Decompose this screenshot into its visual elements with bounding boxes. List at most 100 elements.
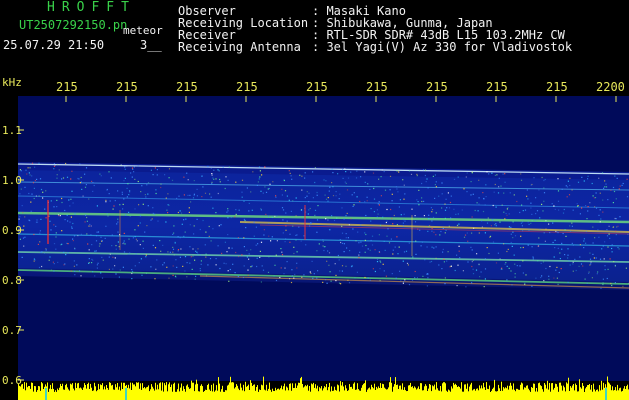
noise-speckle <box>585 242 587 244</box>
noise-speckle <box>19 193 21 195</box>
noise-speckle <box>183 219 185 221</box>
noise-speckle <box>614 175 616 177</box>
noise-speckle <box>100 272 102 274</box>
noise-speckle <box>63 251 65 253</box>
noise-speckle <box>227 210 229 212</box>
noise-speckle <box>400 280 402 282</box>
noise-speckle <box>227 270 229 272</box>
noise-speckle <box>382 263 384 265</box>
noise-speckle <box>592 195 594 197</box>
noise-speckle <box>259 176 261 178</box>
noise-speckle <box>543 179 545 182</box>
noise-speckle <box>391 273 393 275</box>
noise-speckle <box>373 187 375 190</box>
noise-speckle <box>58 169 60 171</box>
noise-speckle <box>332 186 334 188</box>
noise-speckle <box>342 177 344 179</box>
noise-speckle <box>30 210 32 212</box>
strip-bar <box>501 381 502 400</box>
noise-speckle <box>241 254 243 256</box>
noise-speckle <box>444 209 447 211</box>
noise-speckle <box>602 278 604 280</box>
strip-bar <box>417 388 418 400</box>
strip-bar <box>81 388 82 400</box>
noise-speckle <box>478 203 480 205</box>
noise-speckle <box>171 179 174 181</box>
strip-bar <box>271 391 272 400</box>
strip-bar <box>597 389 598 400</box>
strip-bar <box>109 382 110 400</box>
strip-bar <box>376 386 377 400</box>
noise-speckle <box>612 186 615 189</box>
noise-speckle <box>537 260 539 262</box>
noise-speckle <box>495 262 498 264</box>
noise-speckle <box>431 227 433 229</box>
noise-speckle <box>115 273 117 275</box>
noise-speckle <box>567 180 569 182</box>
noise-speckle <box>157 220 159 222</box>
noise-speckle <box>350 218 352 220</box>
strip-bar <box>588 385 589 400</box>
noise-speckle <box>268 222 270 224</box>
noise-speckle <box>261 265 263 267</box>
noise-speckle <box>399 270 401 272</box>
noise-speckle <box>556 231 558 233</box>
noise-speckle <box>264 186 266 188</box>
strip-bar <box>279 389 280 400</box>
strip-bar <box>462 391 463 400</box>
strip-bar <box>47 382 48 400</box>
noise-speckle <box>177 211 179 214</box>
noise-speckle <box>532 258 534 260</box>
strip-bar <box>437 388 438 400</box>
noise-speckle <box>471 172 473 174</box>
strip-bar <box>99 389 100 400</box>
noise-speckle <box>467 240 469 242</box>
noise-speckle <box>391 217 393 220</box>
noise-speckle <box>250 266 252 268</box>
noise-speckle <box>45 190 47 192</box>
strip-bar <box>544 383 545 400</box>
noise-speckle <box>379 224 382 226</box>
noise-speckle <box>417 201 419 203</box>
strip-bar <box>492 388 493 400</box>
noise-speckle <box>357 231 359 233</box>
noise-speckle <box>450 265 452 267</box>
strip-bar <box>282 389 283 400</box>
strip-bar <box>108 389 109 400</box>
strip-bar <box>403 389 404 400</box>
noise-speckle <box>101 277 104 279</box>
noise-speckle <box>372 268 374 270</box>
strip-bar <box>100 384 101 400</box>
noise-speckle <box>304 177 306 179</box>
noise-speckle <box>323 179 325 181</box>
noise-speckle <box>408 170 411 172</box>
noise-speckle <box>577 181 580 183</box>
noise-speckle <box>456 224 459 226</box>
noise-speckle <box>481 220 483 222</box>
noise-speckle <box>577 205 579 207</box>
noise-speckle <box>486 171 488 173</box>
strip-bar <box>394 384 395 400</box>
noise-speckle <box>238 209 240 211</box>
strip-bar <box>157 384 158 400</box>
strip-bar <box>38 386 39 400</box>
noise-speckle <box>514 235 517 237</box>
noise-speckle <box>291 178 293 180</box>
noise-speckle <box>163 262 165 264</box>
noise-speckle <box>478 264 480 266</box>
noise-speckle <box>129 190 131 192</box>
noise-speckle <box>285 229 287 231</box>
strip-bar <box>352 388 353 400</box>
noise-speckle <box>205 231 207 233</box>
strip-bar <box>314 387 315 400</box>
noise-speckle <box>394 246 396 248</box>
noise-speckle <box>109 253 111 255</box>
noise-speckle <box>520 222 522 224</box>
strip-bar <box>187 384 188 400</box>
strip-bar <box>300 378 301 400</box>
strip-bar <box>151 384 152 400</box>
noise-speckle <box>506 214 508 216</box>
noise-speckle <box>281 251 283 253</box>
noise-speckle <box>57 261 59 263</box>
noise-speckle <box>447 251 449 253</box>
